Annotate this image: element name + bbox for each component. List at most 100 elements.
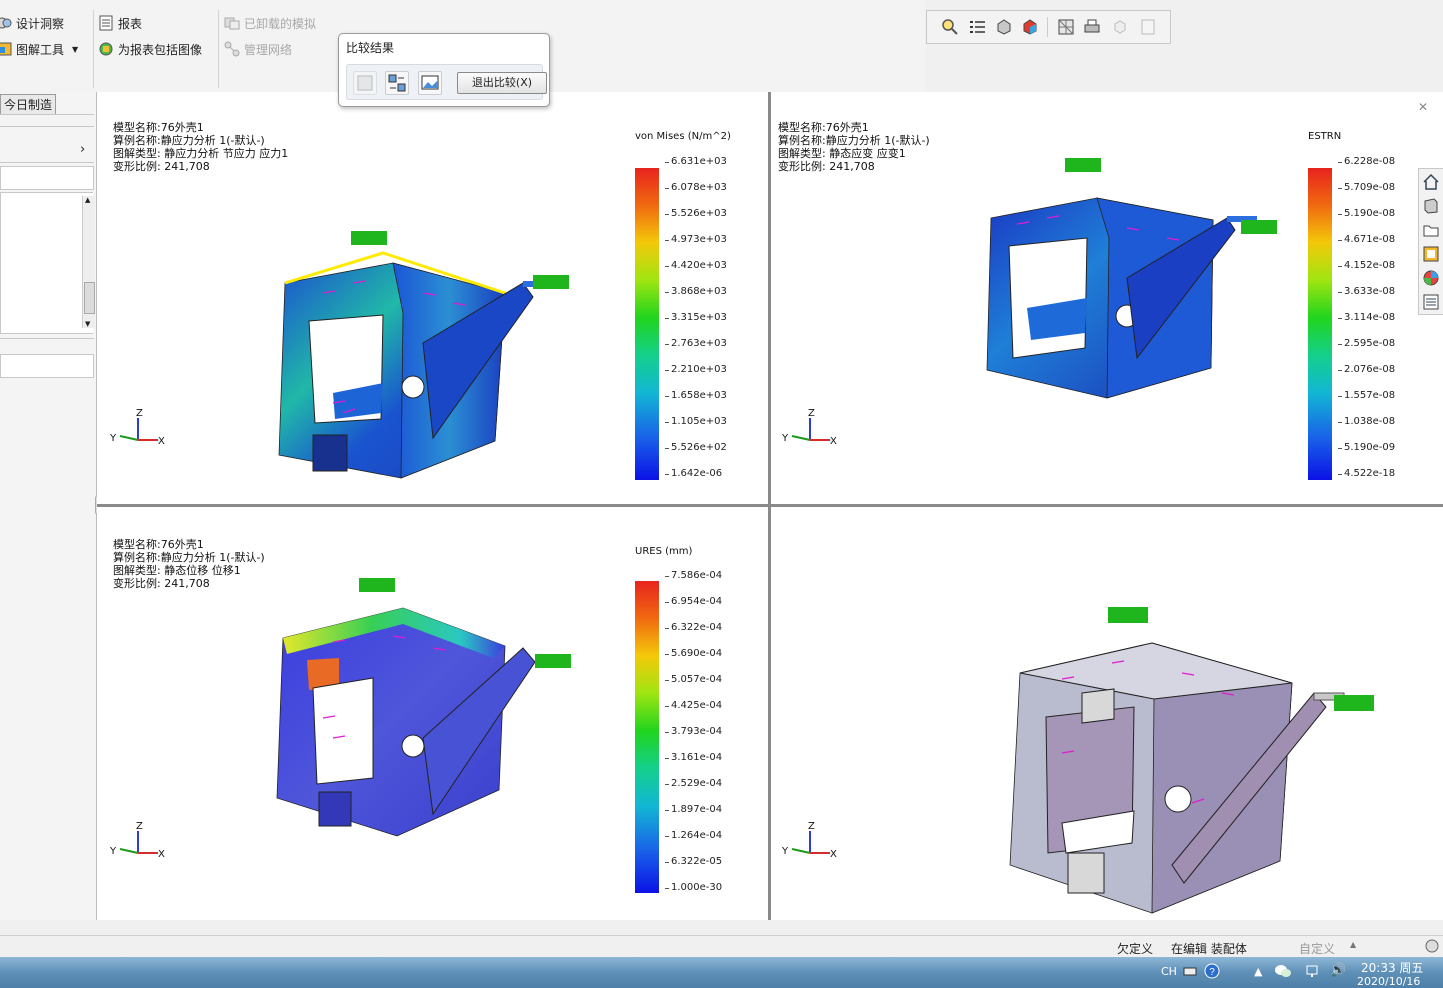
viewport-model[interactable]: Z X Y <box>772 508 1442 918</box>
home-icon[interactable] <box>1422 173 1440 191</box>
report-icon <box>99 15 113 31</box>
compare-layout-button[interactable] <box>353 71 377 95</box>
viewport-displacement[interactable]: 模型名称:76外壳1 算例名称:静应力分析 1(-默认-) 图解类型: 静态位移… <box>98 508 767 918</box>
view-palette-icon[interactable] <box>1422 245 1440 263</box>
color-part-icon[interactable] <box>1021 18 1039 36</box>
legend-tick-label: 5.709e-08 <box>1337 182 1396 193</box>
legend-tick-label: 4.425e-04 <box>664 700 723 711</box>
exit-compare-button[interactable]: 退出比较(X) <box>457 72 547 94</box>
scroll-up-icon[interactable]: ▲ <box>85 196 90 204</box>
help-question-icon[interactable]: ? <box>1204 963 1220 979</box>
compare-toolbar: 退出比较(X) <box>346 64 547 100</box>
model-name: 模型名称:76外壳1 <box>113 538 204 551</box>
plot-tools-label: 图解工具 <box>16 42 65 57</box>
legend-tick-label: 3.161e-04 <box>664 752 723 763</box>
clock-date[interactable]: 2020/10/16 <box>1357 975 1420 988</box>
manage-network-icon <box>224 41 240 57</box>
legend-tick-label: 1.658e+03 <box>665 390 727 401</box>
chevron-right-icon[interactable]: › <box>80 142 85 157</box>
legend-tick-label: 2.076e-08 <box>1337 364 1396 375</box>
view-toolbar <box>926 10 1171 44</box>
model-strain-render <box>986 158 1277 399</box>
appearance-icon[interactable] <box>1422 269 1440 287</box>
legend-title: von Mises (N/m^2) <box>635 131 731 142</box>
print-icon[interactable] <box>1083 18 1101 36</box>
input-language[interactable]: CH <box>1161 965 1177 978</box>
status-editing: 在编辑 装配体 <box>1171 942 1247 956</box>
viewport-stress[interactable]: 模型名称:76外壳1 算例名称:静应力分析 1(-默认-) 图解类型: 静应力分… <box>98 93 767 503</box>
legend-tick-label: 4.671e-08 <box>1337 234 1396 245</box>
image-icon <box>421 75 439 90</box>
tree-area[interactable] <box>0 192 93 334</box>
compare-swap-button[interactable] <box>385 71 409 95</box>
svg-text:?: ? <box>1209 967 1215 978</box>
task-pane-tabs <box>1418 168 1443 315</box>
status-bar: 欠定义 在编辑 装配体 自定义 ▲ <box>0 935 1443 958</box>
legend-tick-label: 6.322e-04 <box>664 622 723 633</box>
network-icon[interactable] <box>1305 963 1321 979</box>
plot-type: 图解类型: 静态应变 应变1 <box>778 147 906 160</box>
list-icon[interactable] <box>969 18 987 36</box>
custom-properties-icon[interactable] <box>1422 293 1440 311</box>
property-box[interactable] <box>0 354 94 378</box>
scroll-down-icon[interactable]: ▼ <box>85 320 90 328</box>
scrollbar-thumb[interactable] <box>84 282 95 314</box>
legend-tick-label: 2.210e+03 <box>665 364 727 375</box>
legend-tick-label: 6.954e-04 <box>664 596 723 607</box>
legend-tick-label: 5.690e-04 <box>664 648 723 659</box>
chevron-up-icon[interactable]: ▲ <box>1350 940 1356 949</box>
mesh-icon[interactable] <box>1057 18 1075 36</box>
status-under-defined: 欠定义 <box>1117 942 1154 956</box>
volume-icon[interactable]: 🔊 <box>1330 963 1346 978</box>
deformation-scale: 变形比例: 241,708 <box>113 577 210 590</box>
file-explorer-icon[interactable] <box>1422 221 1440 239</box>
viewport-strain[interactable]: 模型名称:76外壳1 算例名称:静应力分析 1(-默认-) 图解类型: 静态应变… <box>772 93 1412 503</box>
ribbon-divider <box>218 10 219 88</box>
legend-tick-label: 4.152e-08 <box>1337 260 1396 271</box>
plot-type: 图解类型: 静态位移 位移1 <box>113 564 241 577</box>
plot-tools-button[interactable]: 图解工具 ▼ <box>0 38 78 60</box>
scrollbar[interactable]: ▲ ▼ <box>82 196 95 328</box>
design-insight-button[interactable]: 设计洞察 <box>0 12 64 34</box>
disabled-tool-icon <box>1114 20 1126 34</box>
legend-tick-label: 6.322e-05 <box>664 856 723 867</box>
status-custom-units[interactable]: 自定义 <box>1299 940 1335 957</box>
model-stress-render <box>278 231 569 479</box>
plot-tools-icon <box>0 42 12 56</box>
wechat-icon[interactable] <box>1274 963 1292 979</box>
design-library-icon[interactable] <box>1422 197 1440 215</box>
legend-tick-label: 7.586e-04 <box>664 570 723 581</box>
unloaded-sims-button[interactable]: 已卸载的模拟 <box>224 12 316 34</box>
legend-title: URES (mm) <box>635 546 693 557</box>
color-legend-bar <box>635 581 659 893</box>
keyboard-icon[interactable] <box>1183 964 1197 978</box>
include-image-button[interactable]: 为报表包括图像 <box>98 38 202 60</box>
axis-y-label: Y <box>110 433 117 444</box>
compare-results-title: 比较结果 <box>346 41 395 55</box>
manage-network-button[interactable]: 管理网络 <box>224 38 292 60</box>
legend-tick-label: 5.526e+02 <box>665 442 727 453</box>
legend-tick-label: 4.420e+03 <box>665 260 727 271</box>
legend-tick-label: 3.868e+03 <box>665 286 727 297</box>
tab-today-manufacturing[interactable]: 今日制造 <box>0 94 56 115</box>
part-icon[interactable] <box>995 18 1013 36</box>
show-hidden-icons-icon[interactable]: ▲ <box>1254 965 1262 978</box>
viewport-divider-horizontal[interactable] <box>97 504 1443 507</box>
color-legend-bar <box>635 168 659 480</box>
filter-box[interactable] <box>0 166 94 190</box>
compare-image-button[interactable] <box>418 71 442 95</box>
manage-network-label: 管理网络 <box>244 42 293 57</box>
model-displacement-render <box>276 578 571 837</box>
clock-time[interactable]: 20:33 周五 <box>1361 959 1423 976</box>
model-name: 模型名称:76外壳1 <box>778 121 869 134</box>
ribbon-divider <box>93 10 94 88</box>
help-icon[interactable] <box>1424 938 1440 954</box>
study-name: 算例名称:静应力分析 1(-默认-) <box>113 134 265 147</box>
report-button[interactable]: 报表 <box>98 12 142 34</box>
zoom-search-icon[interactable] <box>941 18 959 36</box>
axis-x-label: X <box>158 436 165 447</box>
axis-z-label: Z <box>136 408 143 419</box>
close-icon[interactable]: ✕ <box>1418 100 1428 114</box>
swap-view-icon <box>388 74 406 92</box>
feature-manager-panel: 今日制造 › ▲ ▼ <box>0 92 103 920</box>
